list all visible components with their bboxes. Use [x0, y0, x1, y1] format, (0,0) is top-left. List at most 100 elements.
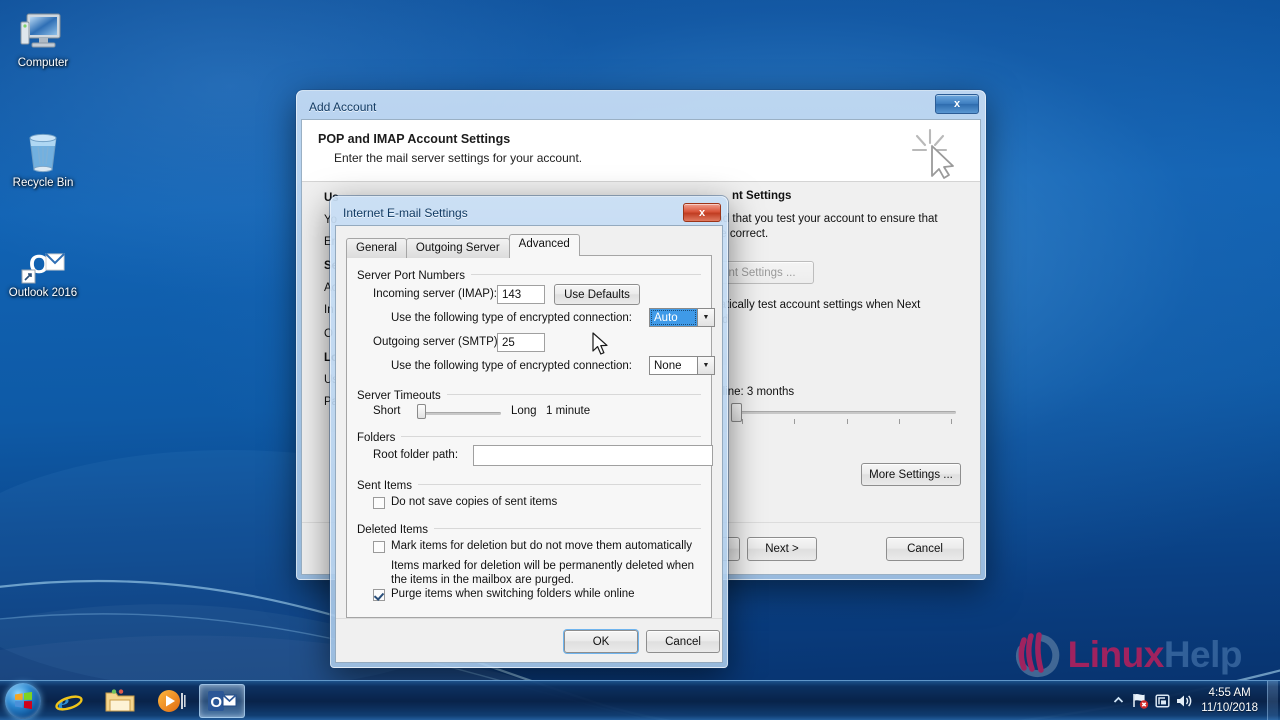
modal-cancel-button[interactable]: Cancel: [646, 630, 720, 653]
clock-time: 4:55 AM: [1208, 686, 1251, 699]
recycle-bin-icon: [0, 126, 86, 174]
timeout-long-label: Long: [511, 405, 537, 417]
wizard-close-button[interactable]: x: [935, 94, 979, 114]
ok-button[interactable]: OK: [564, 630, 638, 653]
desktop-icon-recycle-bin[interactable]: Recycle Bin: [0, 126, 86, 190]
tab-advanced[interactable]: Advanced: [508, 234, 580, 256]
windows-logo-icon: [14, 691, 32, 710]
media-player-icon: [158, 689, 186, 712]
wizard-cancel-button[interactable]: Cancel: [886, 537, 964, 561]
timeout-slider-track[interactable]: [417, 412, 501, 415]
group-deleted-items: Deleted Items: [357, 520, 701, 538]
modal-footer: OK Cancel: [336, 618, 722, 662]
taskbar-button-windows-explorer[interactable]: [97, 684, 143, 718]
chevron-up-icon: [1113, 696, 1123, 703]
start-button[interactable]: [5, 682, 41, 719]
deleted-items-note-line-1: Items marked for deletion will be perman…: [391, 560, 694, 572]
wizard-title-bar[interactable]: Add Account x: [301, 94, 981, 119]
wizard-title: Add Account: [309, 100, 377, 114]
taskbar-button-media-player[interactable]: [148, 684, 194, 718]
use-defaults-button[interactable]: Use Defaults: [554, 284, 640, 305]
modal-title: Internet E-mail Settings: [343, 206, 468, 220]
incoming-encryption-value: Auto: [650, 309, 697, 326]
outgoing-port-input[interactable]: [497, 333, 545, 352]
more-settings-button[interactable]: More Settings ...: [861, 463, 961, 486]
chevron-down-icon[interactable]: ▼: [697, 309, 714, 326]
checkbox-purge-on-switch[interactable]: [373, 589, 385, 601]
desktop-icon-outlook-2016[interactable]: O Outlook 2016: [0, 236, 86, 300]
root-folder-path-label: Root folder path:: [373, 449, 459, 461]
taskbar-button-outlook[interactable]: O: [199, 683, 245, 718]
speaker-icon: [1177, 694, 1192, 707]
folder-icon: [105, 688, 135, 711]
advanced-tab-panel: Server Port Numbers Incoming server (IMA…: [346, 255, 715, 618]
desktop-icon-label: Computer: [17, 57, 69, 69]
offline-slider-ticks: [742, 419, 952, 424]
settings-tabs: General Outgoing Server Advanced: [346, 234, 712, 258]
outgoing-server-label: Outgoing server (SMTP):: [373, 336, 501, 348]
offline-slider-thumb[interactable]: [731, 403, 742, 422]
chevron-down-icon[interactable]: ▼: [697, 357, 714, 374]
timeout-short-label: Short: [373, 405, 401, 417]
outgoing-encryption-label: Use the following type of encrypted conn…: [391, 360, 633, 372]
auto-test-line-1: matically test account settings when Nex…: [710, 299, 921, 311]
wizard-subheading: Enter the mail server settings for your …: [334, 151, 583, 165]
svg-text:O: O: [210, 694, 222, 711]
tab-outgoing-server[interactable]: Outgoing Server: [405, 238, 510, 258]
clock-date: 11/10/2018: [1201, 701, 1258, 714]
group-label: Sent Items: [357, 480, 418, 492]
test-settings-heading: nt Settings: [732, 190, 792, 202]
group-server-port-numbers: Server Port Numbers: [357, 266, 701, 284]
tab-general[interactable]: General: [346, 238, 407, 258]
timeout-slider-thumb[interactable]: [417, 404, 426, 419]
group-sent-items: Sent Items: [357, 476, 701, 494]
desktop-icon-computer[interactable]: Computer: [0, 6, 86, 70]
outlook-shortcut-icon: O: [0, 236, 86, 284]
incoming-server-label: Incoming server (IMAP):: [373, 288, 497, 300]
checkbox-no-sent-copies-label: Do not save copies of sent items: [391, 496, 558, 508]
linuxhelp-watermark: LinuxHelp: [1012, 632, 1243, 678]
system-tray: 4:55 AM 11/10/2018: [1107, 681, 1280, 720]
network-status-icon[interactable]: [1129, 692, 1151, 709]
flag-icon: [1155, 693, 1170, 708]
checkbox-purge-on-switch-label: Purge items when switching folders while…: [391, 588, 635, 600]
wizard-heading: POP and IMAP Account Settings: [318, 132, 511, 146]
cursor-sparkle-icon: [911, 128, 954, 179]
network-error-icon: [1133, 694, 1149, 709]
offline-slider-track[interactable]: [734, 411, 956, 414]
test-settings-line-1: end that you test your account to ensure…: [710, 213, 938, 225]
incoming-port-input[interactable]: [497, 285, 545, 304]
show-desktop-button[interactable]: [1267, 681, 1278, 720]
checkbox-no-sent-copies[interactable]: [373, 497, 385, 509]
wizard-header: POP and IMAP Account Settings Enter the …: [302, 120, 980, 182]
group-label: Deleted Items: [357, 524, 434, 536]
clock[interactable]: 4:55 AM 11/10/2018: [1195, 686, 1267, 716]
modal-body: General Outgoing Server Advanced Server …: [335, 225, 723, 663]
checkbox-mark-for-deletion[interactable]: [373, 541, 385, 553]
taskbar-button-internet-explorer[interactable]: e: [46, 684, 92, 718]
root-folder-path-input[interactable]: [473, 445, 713, 466]
next-button[interactable]: Next >: [747, 537, 817, 561]
action-center-icon[interactable]: [1151, 693, 1173, 709]
internet-email-settings-dialog: Internet E-mail Settings x General Outgo…: [330, 196, 728, 668]
outgoing-encryption-dropdown[interactable]: None ▼: [649, 356, 715, 375]
group-label: Server Timeouts: [357, 390, 447, 402]
watermark-text-primary: Linux: [1067, 634, 1165, 675]
desktop-icon-label: Recycle Bin: [12, 177, 74, 189]
timeout-value: 1 minute: [546, 405, 591, 417]
group-server-timeouts: Server Timeouts: [357, 386, 701, 404]
volume-icon[interactable]: [1173, 693, 1195, 709]
watermark-text-secondary: Help: [1163, 634, 1243, 675]
group-label: Folders: [357, 432, 402, 444]
group-label: Server Port Numbers: [357, 270, 472, 282]
incoming-encryption-label: Use the following type of encrypted conn…: [391, 312, 633, 324]
modal-title-bar[interactable]: Internet E-mail Settings x: [335, 201, 723, 225]
group-folders: Folders: [357, 428, 701, 446]
outgoing-encryption-value: None: [654, 359, 682, 372]
desktop-icon-label: Outlook 2016: [8, 287, 78, 299]
show-hidden-icons-button[interactable]: [1107, 695, 1129, 706]
computer-icon: [0, 6, 86, 54]
modal-close-button[interactable]: x: [683, 203, 721, 222]
incoming-encryption-dropdown[interactable]: Auto ▼: [649, 308, 715, 327]
linuxhelp-logo-icon: [1015, 632, 1059, 678]
